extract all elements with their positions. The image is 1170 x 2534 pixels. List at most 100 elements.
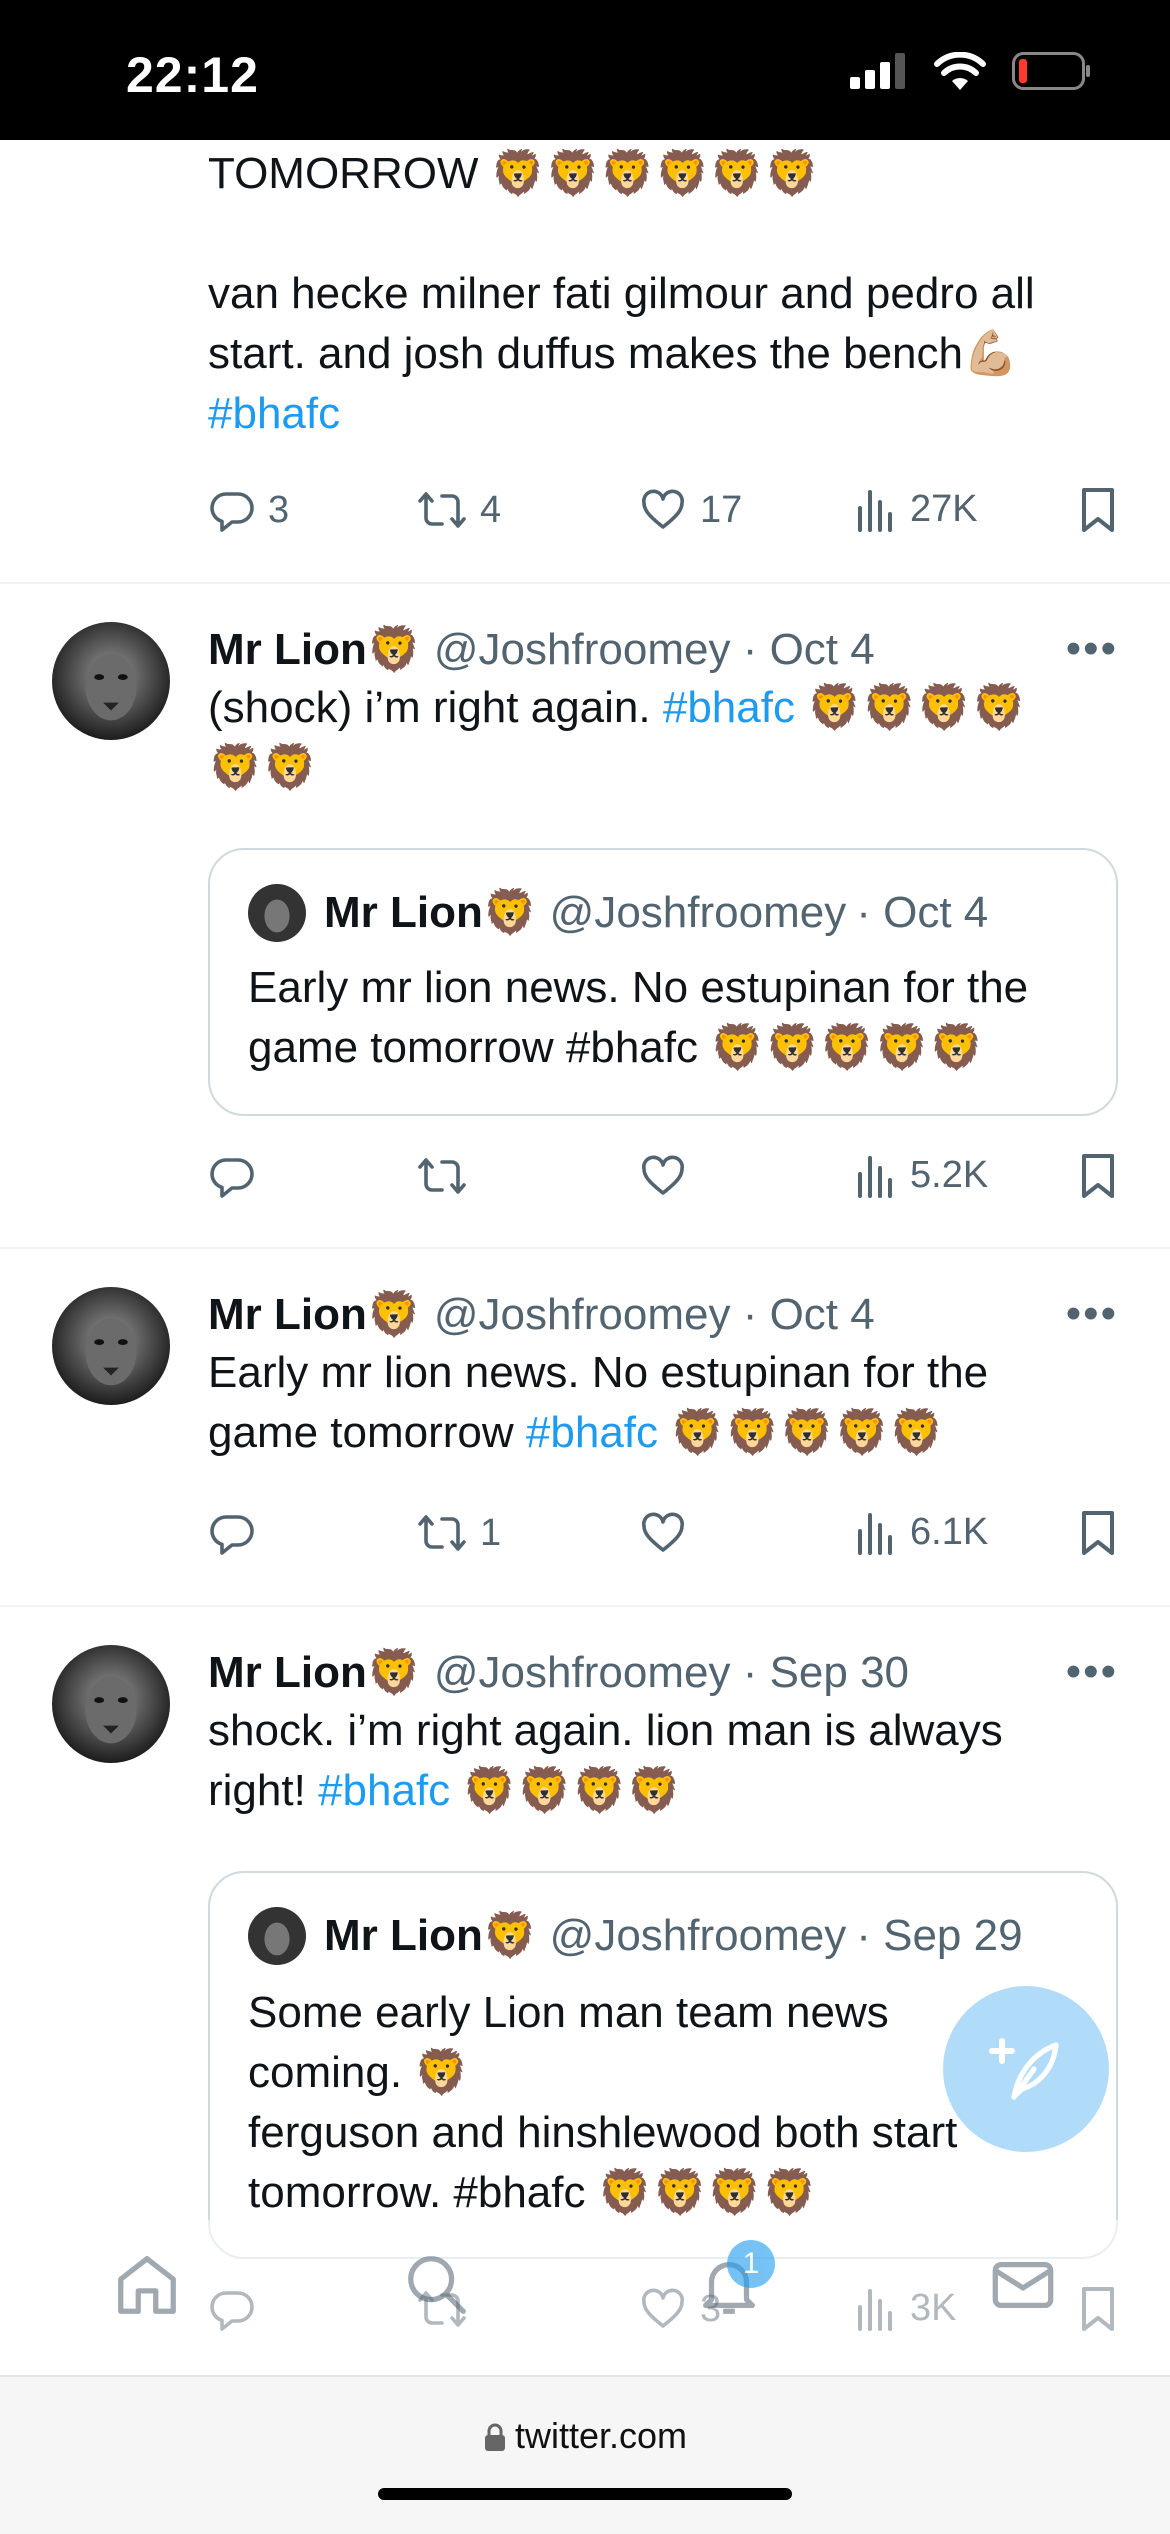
user-handle[interactable]: @Joshfroomey xyxy=(434,1290,731,1339)
lock-icon xyxy=(484,2423,505,2451)
wifi-icon xyxy=(934,52,986,90)
bookmark-button[interactable] xyxy=(1078,486,1118,534)
views-button[interactable]: 27K xyxy=(854,486,978,532)
retweet-button[interactable]: 4 xyxy=(416,486,501,534)
tweet-text-line: tomorrow. #bhafc 🦁🦁🦁🦁 xyxy=(248,2163,1082,2223)
tweet[interactable]: Mr Lion🦁 @Joshfroomey · Oct 4 (shock) i’… xyxy=(0,584,1170,1249)
lion-emoji: 🦁🦁 xyxy=(208,743,318,792)
tweet-text-line: game tomorrow #bhafc 🦁🦁🦁🦁🦁 xyxy=(248,1018,1082,1078)
retweet-count: 4 xyxy=(480,488,502,531)
tweet-header: Mr Lion🦁 @Joshfroomey · Oct 4 xyxy=(208,622,1118,678)
retweet-button[interactable]: 1 xyxy=(416,1509,501,1557)
hashtag-link[interactable]: #bhafc xyxy=(663,683,795,732)
hashtag-link[interactable]: #bhafc xyxy=(318,1766,450,1815)
tweet[interactable]: TOMORROW 🦁🦁🦁🦁🦁🦁 van hecke milner fati gi… xyxy=(0,140,1170,584)
more-icon: ••• xyxy=(1065,624,1118,673)
browser-url-bar[interactable]: twitter.com xyxy=(0,2375,1170,2534)
more-options-button[interactable]: ••• xyxy=(1066,1289,1118,1339)
display-name[interactable]: Mr Lion xyxy=(208,1290,367,1339)
lion-avatar-icon xyxy=(248,1907,306,1965)
views-button[interactable]: 5.2K xyxy=(854,1152,988,1198)
tweet[interactable]: Mr Lion🦁 @Joshfroomey · Oct 4 Early mr l… xyxy=(0,1249,1170,1607)
notification-badge: 1 xyxy=(727,2240,775,2288)
hashtag-link[interactable]: #bhafc xyxy=(526,1408,658,1457)
search-icon xyxy=(408,2256,466,2314)
reply-count: 3 xyxy=(268,488,290,531)
tweet-header: Mr Lion🦁 @Joshfroomey · Sep 30 xyxy=(208,1645,1118,1701)
like-icon xyxy=(642,489,684,529)
retweet-icon xyxy=(418,1158,466,1194)
messages-icon xyxy=(992,2261,1054,2309)
lion-avatar-icon xyxy=(52,1645,170,1763)
reply-button[interactable] xyxy=(208,1509,256,1557)
reply-button[interactable]: 3 xyxy=(208,486,289,534)
home-indicator xyxy=(378,2488,792,2500)
lion-avatar-icon xyxy=(248,884,306,942)
like-button[interactable] xyxy=(638,1509,688,1557)
more-options-button[interactable]: ••• xyxy=(1066,624,1118,674)
tweet-text-line: Early mr lion news. No estupinan for the xyxy=(208,1348,989,1397)
like-icon xyxy=(642,1512,684,1552)
views-icon xyxy=(858,1156,892,1198)
tab-messages[interactable] xyxy=(988,2250,1058,2325)
avatar xyxy=(248,884,306,942)
url-text: twitter.com xyxy=(514,2415,688,2456)
tab-search[interactable] xyxy=(402,2250,472,2325)
tweet-text-segment: coming. xyxy=(248,2048,403,2097)
tweet-date[interactable]: · Oct 4 xyxy=(743,1290,875,1339)
url-display[interactable]: twitter.com xyxy=(0,2415,1170,2457)
user-handle[interactable]: @Joshfroomey xyxy=(434,1648,731,1697)
avatar[interactable] xyxy=(52,1645,170,1763)
tweet-text-segment: (shock) i’m right again. xyxy=(208,683,651,732)
lion-emoji: 🦁 xyxy=(482,1911,538,1960)
user-handle[interactable]: @Joshfroomey xyxy=(434,625,731,674)
tweet-text-line: Early mr lion news. No estupinan for the xyxy=(248,963,1029,1012)
like-button[interactable]: 17 xyxy=(638,486,742,534)
tweet-text-line: start. and josh duffus makes the bench💪🏼 xyxy=(208,324,1118,384)
bookmark-icon xyxy=(1082,1154,1114,1198)
more-options-button[interactable]: ••• xyxy=(1066,1647,1118,1697)
retweet-button[interactable] xyxy=(416,1152,468,1200)
compose-icon xyxy=(943,1986,1109,2152)
lion-emoji: 🦁 xyxy=(366,625,422,674)
like-button[interactable] xyxy=(638,1152,688,1200)
quoted-tweet[interactable]: Mr Lion 🦁 @Joshfroomey · Oct 4 Early mr l… xyxy=(208,848,1118,1116)
display-name[interactable]: Mr Lion xyxy=(208,1648,367,1697)
views-count: 6.1K xyxy=(910,1510,989,1553)
tweet-actions: 1 6.1K xyxy=(208,1509,1118,1569)
hashtag-link[interactable]: #bhafc xyxy=(208,384,1118,444)
lion-emoji: 🦁 xyxy=(366,1648,422,1697)
reply-button[interactable] xyxy=(208,1152,256,1200)
tweet-date[interactable]: · Oct 4 xyxy=(743,625,875,674)
views-button[interactable]: 6.1K xyxy=(854,1509,988,1555)
tweet-text-line: right! #bhafc 🦁🦁🦁🦁 xyxy=(208,1761,1118,1821)
lion-emoji: 🦁🦁🦁🦁🦁 xyxy=(710,1023,985,1072)
quoted-tweet-header: Mr Lion 🦁 @Joshfroomey · Oct 4 xyxy=(248,884,988,942)
tweet-date: · Oct 4 xyxy=(856,888,989,937)
flexed-biceps-emoji: 💪🏼 xyxy=(962,329,1018,378)
bookmark-button[interactable] xyxy=(1078,1509,1118,1557)
tab-home[interactable] xyxy=(112,2250,182,2325)
lion-emoji: 🦁🦁🦁🦁 xyxy=(807,683,1027,732)
views-count: 27K xyxy=(910,487,978,530)
tweet-date[interactable]: · Sep 30 xyxy=(743,1648,909,1697)
reply-icon xyxy=(210,1515,254,1555)
tweet-text-segment: start. and josh duffus makes the bench xyxy=(208,329,963,378)
user-handle: @Joshfroomey xyxy=(549,888,847,937)
display-name[interactable]: Mr Lion xyxy=(208,625,367,674)
tweet-text-line: game tomorrow #bhafc 🦁🦁🦁🦁🦁 xyxy=(208,1403,1118,1463)
avatar[interactable] xyxy=(52,622,170,740)
tweet-text-segment: game tomorrow #bhafc xyxy=(248,1023,698,1072)
bookmark-icon xyxy=(1082,488,1114,532)
bookmark-button[interactable] xyxy=(1078,1152,1118,1200)
like-count: 17 xyxy=(700,488,743,531)
display-name: Mr Lion xyxy=(324,888,483,937)
avatar[interactable] xyxy=(52,1287,170,1405)
quoted-tweet-header: Mr Lion 🦁 @Joshfroomey · Sep 29 xyxy=(248,1907,1023,1965)
display-name: Mr Lion xyxy=(324,1911,483,1960)
tweet-text-line: TOMORROW xyxy=(208,149,479,198)
cellular-signal-icon xyxy=(850,53,905,89)
tweet-text-line: van hecke milner fati gilmour and pedro … xyxy=(208,269,1035,318)
home-icon xyxy=(118,2256,176,2314)
retweet-icon xyxy=(418,1515,466,1551)
